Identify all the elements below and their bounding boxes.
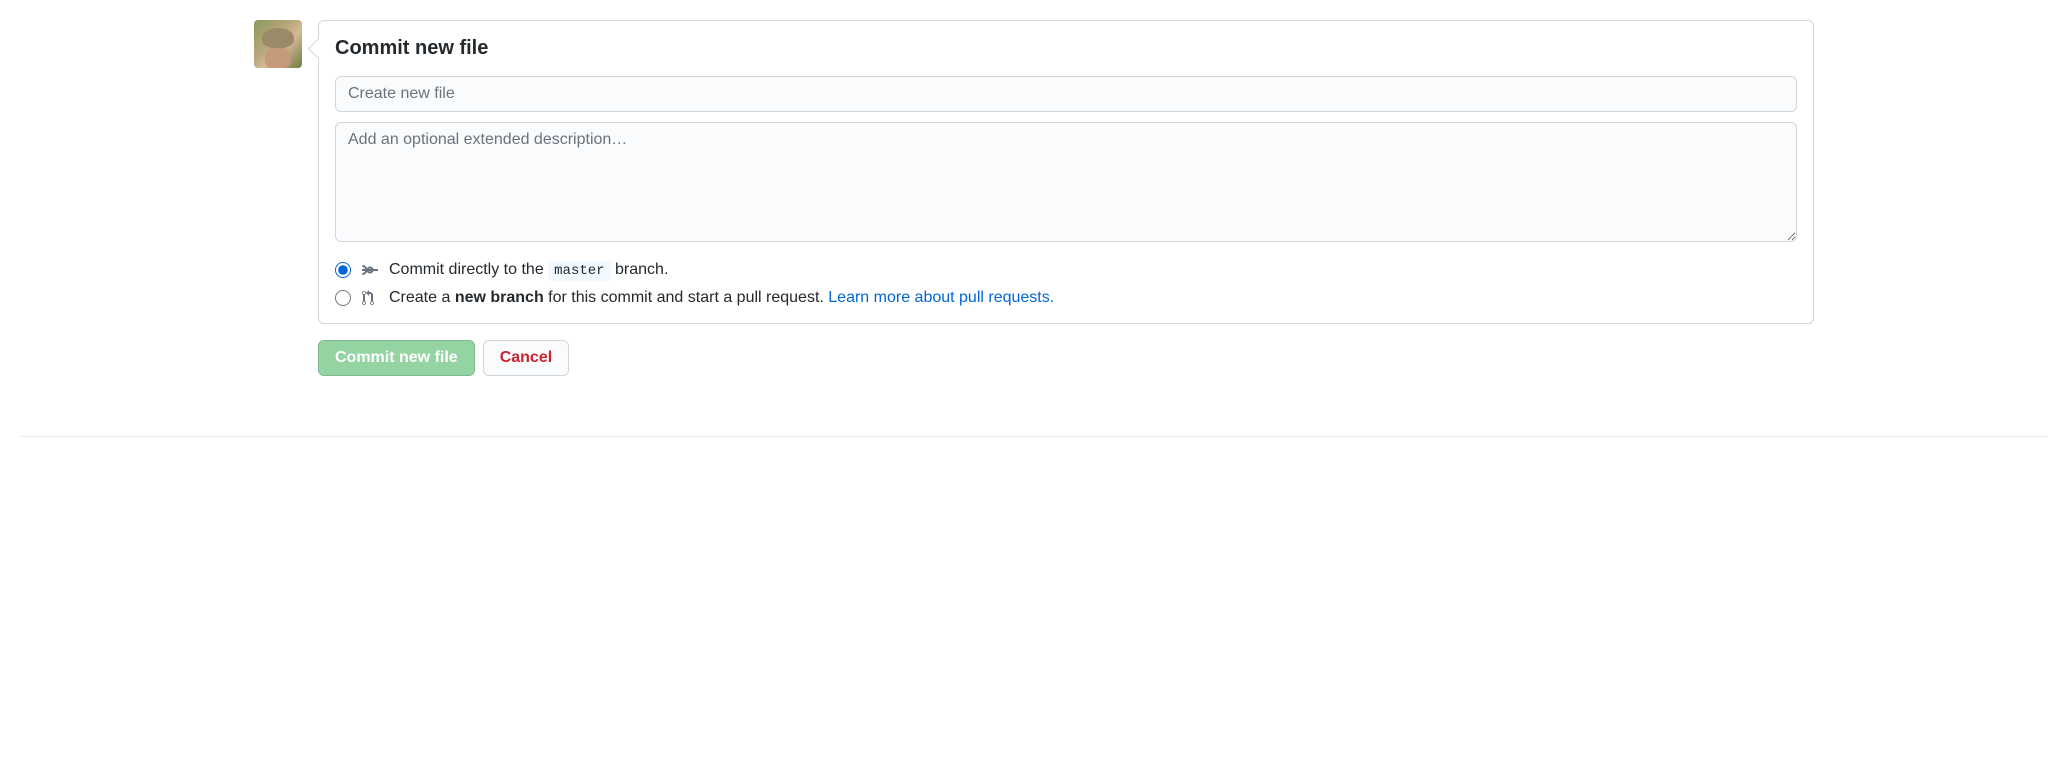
label-text: Commit directly to the	[389, 261, 548, 278]
cancel-button[interactable]: Cancel	[483, 340, 569, 376]
commit-description-input[interactable]	[335, 122, 1797, 242]
commit-button[interactable]: Commit new file	[318, 340, 475, 376]
commit-summary-input[interactable]	[335, 76, 1797, 112]
footer-divider	[20, 436, 2048, 437]
learn-more-link[interactable]: Learn more about pull requests.	[828, 289, 1054, 306]
git-pull-request-icon	[361, 290, 379, 306]
git-commit-icon	[361, 262, 379, 278]
commit-box: Commit new file Commit directly to the m…	[318, 20, 1814, 324]
commit-form-container: Commit new file Commit directly to the m…	[254, 20, 1814, 376]
branch-choice-group: Commit directly to the master branch. Cr…	[335, 261, 1797, 307]
content-wrapper: Commit new file Commit directly to the m…	[318, 20, 1814, 376]
page-title: Commit new file	[335, 37, 1797, 60]
create-branch-radio[interactable]	[335, 290, 351, 306]
branch-name-tag: master	[548, 261, 610, 281]
label-bold: new branch	[455, 289, 544, 306]
create-branch-label[interactable]: Create a new branch for this commit and …	[389, 289, 1054, 307]
label-text: branch.	[611, 261, 669, 278]
commit-direct-option: Commit directly to the master branch.	[335, 261, 1797, 279]
label-text: for this commit and start a pull request…	[544, 289, 829, 306]
create-branch-option: Create a new branch for this commit and …	[335, 289, 1797, 307]
form-actions: Commit new file Cancel	[318, 340, 1814, 376]
commit-direct-label[interactable]: Commit directly to the master branch.	[389, 261, 668, 279]
avatar[interactable]	[254, 20, 302, 68]
label-text: Create a	[389, 289, 455, 306]
commit-direct-radio[interactable]	[335, 262, 351, 278]
